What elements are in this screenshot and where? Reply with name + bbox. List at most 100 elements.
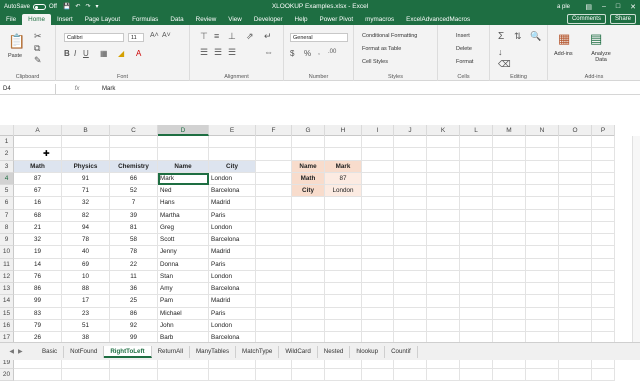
column-header-c[interactable]: C: [110, 125, 158, 136]
cell-h8[interactable]: [325, 221, 362, 234]
cell-l1[interactable]: [460, 136, 493, 149]
analyze-data-icon[interactable]: ▤: [590, 31, 602, 47]
cell-d20[interactable]: [158, 368, 209, 381]
cell-c15[interactable]: 86: [110, 307, 158, 320]
cell-b15[interactable]: 23: [62, 307, 110, 320]
cell-n8[interactable]: [526, 221, 559, 234]
cell-m5[interactable]: [493, 185, 526, 198]
cell-j3[interactable]: [394, 160, 427, 173]
cell-l6[interactable]: [460, 197, 493, 210]
cell-l4[interactable]: [460, 172, 493, 185]
column-header-f[interactable]: F: [256, 125, 292, 136]
cell-o14[interactable]: [559, 295, 592, 308]
cell-e2[interactable]: [209, 148, 256, 161]
percent-icon[interactable]: %: [304, 49, 311, 58]
cell-c14[interactable]: 25: [110, 295, 158, 308]
cell-k3[interactable]: [427, 160, 460, 173]
cell-n10[interactable]: [526, 246, 559, 259]
find-select-icon[interactable]: 🔍: [530, 31, 541, 42]
cell-o5[interactable]: [559, 185, 592, 198]
cell-h10[interactable]: [325, 246, 362, 259]
cell-k8[interactable]: [427, 221, 460, 234]
cell-k13[interactable]: [427, 283, 460, 296]
cell-h11[interactable]: [325, 258, 362, 271]
cell-c9[interactable]: 58: [110, 234, 158, 247]
cell-e6[interactable]: Madrid: [209, 197, 256, 210]
cell-i3[interactable]: [362, 160, 394, 173]
cell-e15[interactable]: Paris: [209, 307, 256, 320]
cell-p6[interactable]: [592, 197, 615, 210]
cell-p2[interactable]: [592, 148, 615, 161]
cell-e7[interactable]: Paris: [209, 209, 256, 222]
cell-c11[interactable]: 22: [110, 258, 158, 271]
tab-formulas[interactable]: Formulas: [126, 14, 164, 25]
currency-icon[interactable]: $: [290, 49, 294, 58]
cell-c16[interactable]: 92: [110, 319, 158, 332]
cell-a9[interactable]: 32: [14, 234, 62, 247]
cell-j5[interactable]: [394, 185, 427, 198]
cell-b4[interactable]: 91: [62, 172, 110, 185]
cell-k1[interactable]: [427, 136, 460, 149]
cell-p9[interactable]: [592, 234, 615, 247]
cell-j14[interactable]: [394, 295, 427, 308]
cell-m8[interactable]: [493, 221, 526, 234]
cell-d9[interactable]: Scott: [158, 234, 209, 247]
clear-icon[interactable]: ⌫: [498, 59, 511, 70]
cell-a11[interactable]: 14: [14, 258, 62, 271]
cell-n16[interactable]: [526, 319, 559, 332]
cell-e3[interactable]: City: [209, 160, 256, 173]
cell-l9[interactable]: [460, 234, 493, 247]
cell-l20[interactable]: [460, 368, 493, 381]
format-painter-icon[interactable]: ✎: [34, 55, 42, 66]
comments-button[interactable]: Comments: [566, 14, 606, 24]
cell-c2[interactable]: [110, 148, 158, 161]
cell-p1[interactable]: [592, 136, 615, 149]
cell-n14[interactable]: [526, 295, 559, 308]
cell-p16[interactable]: [592, 319, 615, 332]
tab-help[interactable]: Help: [289, 14, 314, 25]
sheet-tab-wildcard[interactable]: WildCard: [279, 345, 318, 358]
cell-g6[interactable]: [292, 197, 325, 210]
cell-j9[interactable]: [394, 234, 427, 247]
cell-p11[interactable]: [592, 258, 615, 271]
cell-i1[interactable]: [362, 136, 394, 149]
autosave[interactable]: AutoSave Off: [4, 3, 57, 10]
cell-e11[interactable]: Paris: [209, 258, 256, 271]
cell-j13[interactable]: [394, 283, 427, 296]
column-header-g[interactable]: G: [292, 125, 325, 136]
redo-icon[interactable]: ↷: [85, 3, 90, 10]
cell-g8[interactable]: [292, 221, 325, 234]
cell-k7[interactable]: [427, 209, 460, 222]
cell-o10[interactable]: [559, 246, 592, 259]
cell-h9[interactable]: [325, 234, 362, 247]
cell-k4[interactable]: [427, 172, 460, 185]
cell-o13[interactable]: [559, 283, 592, 296]
cell-n11[interactable]: [526, 258, 559, 271]
cell-c5[interactable]: 52: [110, 185, 158, 198]
cell-g12[interactable]: [292, 270, 325, 283]
cell-b11[interactable]: 69: [62, 258, 110, 271]
font-name-combo[interactable]: Calibri: [64, 33, 124, 42]
cell-k2[interactable]: [427, 148, 460, 161]
cell-g13[interactable]: [292, 283, 325, 296]
column-header-o[interactable]: O: [559, 125, 592, 136]
cell-i7[interactable]: [362, 209, 394, 222]
cell-h12[interactable]: [325, 270, 362, 283]
cell-k11[interactable]: [427, 258, 460, 271]
undo-icon[interactable]: ↶: [75, 3, 80, 10]
row-header-8[interactable]: 8: [0, 221, 14, 234]
row-header-13[interactable]: 13: [0, 283, 14, 296]
row-header-15[interactable]: 15: [0, 307, 14, 320]
fill-color-icon[interactable]: ◢: [118, 49, 124, 58]
cell-g5[interactable]: City: [292, 185, 325, 198]
cell-i12[interactable]: [362, 270, 394, 283]
cell-i10[interactable]: [362, 246, 394, 259]
cell-o11[interactable]: [559, 258, 592, 271]
tab-review[interactable]: Review: [190, 14, 223, 25]
number-format-combo[interactable]: General: [290, 33, 348, 42]
maximize-icon[interactable]: □: [616, 3, 620, 11]
cell-f12[interactable]: [256, 270, 292, 283]
cell-h2[interactable]: [325, 148, 362, 161]
cell-b6[interactable]: 32: [62, 197, 110, 210]
cell-l7[interactable]: [460, 209, 493, 222]
